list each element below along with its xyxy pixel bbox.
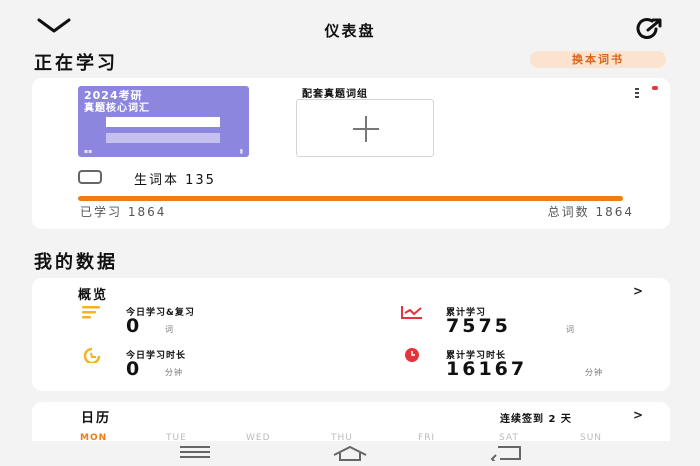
top-bar: 仪表盘 bbox=[0, 0, 700, 46]
pack-label: 配套真题词组 bbox=[302, 89, 368, 100]
stat-value-today: 0 bbox=[126, 315, 143, 337]
notebook-icon[interactable] bbox=[78, 170, 102, 184]
trend-chart-icon bbox=[401, 306, 422, 319]
streak-text: 连续签到 2 天 bbox=[500, 414, 572, 425]
stat-value-today-duration: 0 bbox=[126, 358, 143, 380]
chevron-right-icon[interactable]: > bbox=[633, 284, 643, 298]
clock-icon bbox=[83, 347, 101, 363]
section-title-my-data: 我的数据 bbox=[34, 252, 118, 273]
home-icon[interactable] bbox=[332, 445, 368, 461]
cover-decoration bbox=[106, 117, 220, 127]
total-count: 总词数 1864 bbox=[547, 205, 634, 219]
switch-book-button[interactable]: 换本词书 bbox=[530, 51, 666, 68]
book-cover[interactable]: 2024考研 真题核心词汇 ▪▪ ▮ bbox=[78, 86, 249, 157]
section-title-studying: 正在学习 bbox=[34, 53, 118, 74]
stat-value-total-duration: 16167 bbox=[446, 358, 528, 380]
stat-value-total: 7575 bbox=[446, 315, 511, 337]
notification-dot bbox=[652, 86, 658, 90]
cover-mark-right: ▮ bbox=[239, 148, 243, 155]
page-title: 仪表盘 bbox=[324, 22, 376, 40]
cover-mark-left: ▪▪ bbox=[84, 148, 93, 155]
progress-bar bbox=[78, 196, 623, 201]
add-phrase-pack-button[interactable] bbox=[296, 99, 434, 157]
vocab-notebook-link[interactable]: 生词本 135 bbox=[134, 169, 216, 188]
learned-count: 已学习 1864 bbox=[80, 205, 167, 219]
overview-title: 概览 bbox=[78, 288, 109, 303]
stat-unit-total: 词 bbox=[566, 325, 575, 334]
list-icon bbox=[82, 306, 100, 319]
share-icon[interactable] bbox=[636, 17, 664, 41]
chevron-right-icon[interactable]: > bbox=[633, 408, 643, 422]
more-menu-icon[interactable] bbox=[634, 88, 640, 102]
clock-icon bbox=[405, 348, 419, 362]
cover-decoration bbox=[106, 133, 220, 143]
system-nav-bar bbox=[0, 441, 700, 466]
menu-icon[interactable] bbox=[180, 445, 210, 459]
plus-icon bbox=[365, 116, 367, 142]
stat-unit-total-duration: 分钟 bbox=[585, 368, 603, 377]
book-title-line2: 真题核心词汇 bbox=[84, 103, 150, 114]
calendar-title: 日历 bbox=[81, 411, 112, 426]
stat-unit-today-duration: 分钟 bbox=[165, 368, 183, 377]
back-icon[interactable] bbox=[490, 445, 522, 461]
stat-unit-today: 词 bbox=[165, 325, 174, 334]
current-book-card: 2024考研 真题核心词汇 ▪▪ ▮ 配套真题词组 生词本 135 已学习 18… bbox=[32, 78, 670, 229]
overview-card[interactable]: 概览 > 今日学习&复习 0 词 累计学习 7575 词 今日学习时长 0 分钟… bbox=[32, 278, 670, 391]
